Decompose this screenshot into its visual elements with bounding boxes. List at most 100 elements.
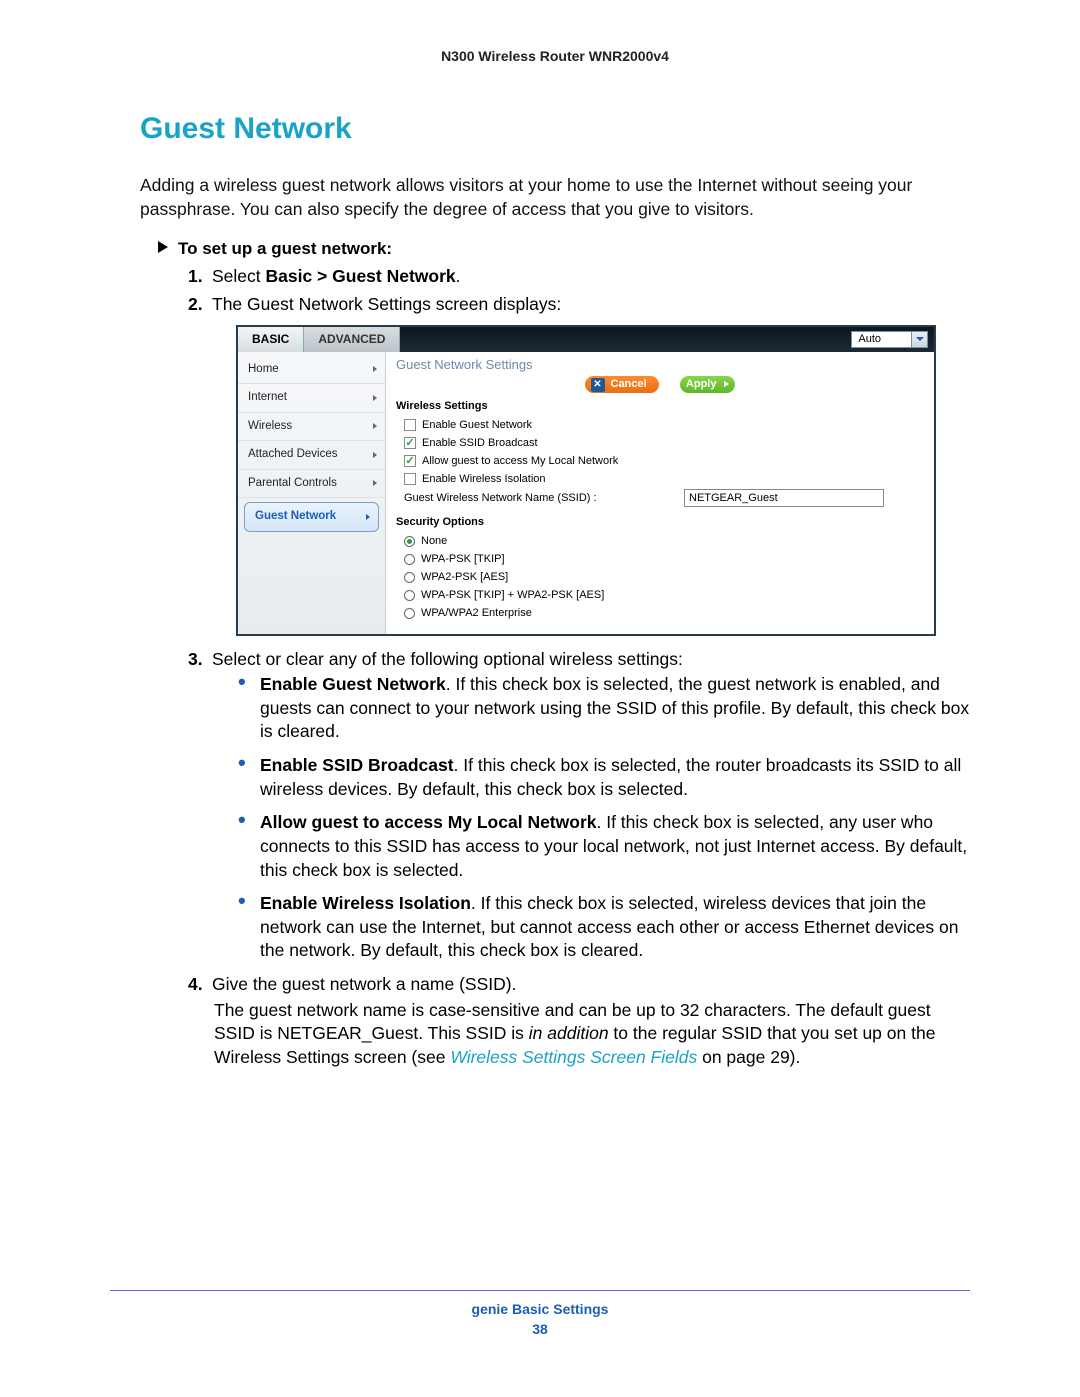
bullet-item: Allow guest to access My Local Network. … [238, 811, 970, 882]
router-ui-screenshot: BASIC ADVANCED Auto Home Internet Wirele… [236, 325, 936, 636]
checkbox-row: Enable Guest Network [396, 418, 924, 433]
intro-text: Adding a wireless guest network allows v… [140, 174, 970, 221]
sidebar-item-label: Internet [248, 390, 287, 406]
sidebar-item-label: Wireless [248, 419, 292, 435]
checkbox-row: Enable SSID Broadcast [396, 436, 924, 451]
radio-row: None [396, 534, 924, 549]
sidebar-item-label: Guest Network [255, 509, 336, 525]
ui-topbar: BASIC ADVANCED Auto [238, 327, 934, 352]
tab-advanced[interactable]: ADVANCED [304, 327, 400, 352]
checkbox-row: Allow guest to access My Local Network [396, 454, 924, 469]
ssid-label: Guest Wireless Network Name (SSID) : [404, 491, 684, 506]
step-text: Give the guest network a name (SSID). [212, 974, 516, 994]
checkbox-label: Enable SSID Broadcast [422, 436, 538, 451]
arrow-right-icon [724, 381, 729, 387]
radio-row: WPA-PSK [TKIP] [396, 552, 924, 567]
step-sub-text: on page 29). [702, 1047, 800, 1067]
bullet-item: Enable SSID Broadcast. If this check box… [238, 754, 970, 801]
section-title: Guest Network [140, 112, 970, 146]
checkbox-enable-ssid-broadcast[interactable] [404, 437, 416, 449]
step-number: 4. [188, 973, 212, 997]
step-text: Select or clear any of the following opt… [212, 649, 683, 669]
radio-row: WPA-PSK [TKIP] + WPA2-PSK [AES] [396, 588, 924, 603]
sidebar-item-label: Home [248, 362, 279, 378]
radio-wpa2-psk[interactable] [404, 572, 415, 583]
close-icon: ✕ [591, 378, 605, 392]
radio-none[interactable] [404, 536, 415, 547]
radio-wpa-psk[interactable] [404, 554, 415, 565]
radio-enterprise[interactable] [404, 608, 415, 619]
chevron-right-icon [366, 514, 370, 520]
step-text: The Guest Network Settings screen displa… [212, 294, 561, 314]
content-panel: Guest Network Settings ✕ Cancel Apply Wir… [386, 352, 934, 634]
sidebar-item-parental-controls[interactable]: Parental Controls [238, 470, 385, 499]
panel-title: Guest Network Settings [396, 356, 924, 374]
tab-basic[interactable]: BASIC [238, 327, 304, 352]
step-number: 3. [188, 648, 212, 672]
checkbox-label: Allow guest to access My Local Network [422, 454, 618, 469]
right-arrow-icon [158, 241, 168, 253]
bullet-item: Enable Guest Network. If this check box … [238, 673, 970, 744]
step-number: 2. [188, 293, 212, 317]
sidebar-item-label: Attached Devices [248, 447, 338, 463]
step-3: 3.Select or clear any of the following o… [188, 648, 970, 964]
step-bold: Basic > Guest Network [266, 266, 456, 286]
sidebar-item-guest-network[interactable]: Guest Network [244, 502, 379, 532]
procedure-heading-text: To set up a guest network: [178, 239, 392, 258]
checkbox-wireless-isolation[interactable] [404, 473, 416, 485]
sidebar-item-label: Parental Controls [248, 476, 337, 492]
sidebar-item-internet[interactable]: Internet [238, 384, 385, 413]
step-1: 1.Select Basic > Guest Network. [188, 265, 970, 289]
checkbox-label: Enable Guest Network [422, 418, 532, 433]
cross-reference-link[interactable]: Wireless Settings Screen Fields [450, 1047, 702, 1067]
cancel-button[interactable]: ✕ Cancel [585, 376, 659, 393]
language-select[interactable]: Auto [851, 331, 928, 348]
wireless-settings-heading: Wireless Settings [396, 399, 924, 414]
bullet-bold: Allow guest to access My Local Network [260, 812, 596, 832]
checkbox-enable-guest[interactable] [404, 419, 416, 431]
step-2: 2.The Guest Network Settings screen disp… [188, 293, 970, 636]
chevron-right-icon [373, 366, 377, 372]
radio-row: WPA2-PSK [AES] [396, 570, 924, 585]
chevron-right-icon [373, 395, 377, 401]
procedure-heading: To set up a guest network: [158, 239, 970, 259]
checkbox-label: Enable Wireless Isolation [422, 472, 546, 487]
apply-button[interactable]: Apply [680, 376, 736, 393]
chevron-right-icon [373, 480, 377, 486]
page-number: 38 [110, 1321, 970, 1337]
security-options-heading: Security Options [396, 515, 924, 530]
bullet-bold: Enable Wireless Isolation [260, 893, 471, 913]
doc-header: N300 Wireless Router WNR2000v4 [140, 48, 970, 64]
checkbox-allow-local-network[interactable] [404, 455, 416, 467]
sidebar-item-wireless[interactable]: Wireless [238, 413, 385, 442]
chevron-down-icon[interactable] [911, 332, 927, 347]
footer-section-title: genie Basic Settings [110, 1301, 970, 1317]
cancel-button-label: Cancel [611, 377, 647, 392]
apply-button-label: Apply [686, 377, 717, 392]
radio-label: WPA/WPA2 Enterprise [421, 606, 532, 621]
step-number: 1. [188, 265, 212, 289]
radio-wpa-wpa2-psk[interactable] [404, 590, 415, 601]
step-text: Select [212, 266, 266, 286]
language-select-value: Auto [852, 332, 911, 347]
bullet-bold: Enable Guest Network [260, 674, 446, 694]
sidebar-item-home[interactable]: Home [238, 356, 385, 385]
radio-label: WPA-PSK [TKIP] [421, 552, 505, 567]
radio-label: WPA2-PSK [AES] [421, 570, 508, 585]
ssid-row: Guest Wireless Network Name (SSID) : [396, 489, 924, 507]
radio-row: WPA/WPA2 Enterprise [396, 606, 924, 621]
sidebar: Home Internet Wireless Attached Devices … [238, 352, 386, 634]
page-footer: genie Basic Settings 38 [110, 1290, 970, 1337]
bullet-bold: Enable SSID Broadcast [260, 755, 454, 775]
radio-label: WPA-PSK [TKIP] + WPA2-PSK [AES] [421, 588, 604, 603]
chevron-right-icon [373, 423, 377, 429]
step-4: 4.Give the guest network a name (SSID). … [188, 973, 970, 1070]
ssid-input[interactable] [684, 489, 884, 507]
radio-label: None [421, 534, 447, 549]
step-4-sub: The guest network name is case-sensitive… [214, 999, 970, 1070]
chevron-right-icon [373, 452, 377, 458]
step-text: . [456, 266, 461, 286]
checkbox-row: Enable Wireless Isolation [396, 472, 924, 487]
sidebar-item-attached-devices[interactable]: Attached Devices [238, 441, 385, 470]
bullet-item: Enable Wireless Isolation. If this check… [238, 892, 970, 963]
